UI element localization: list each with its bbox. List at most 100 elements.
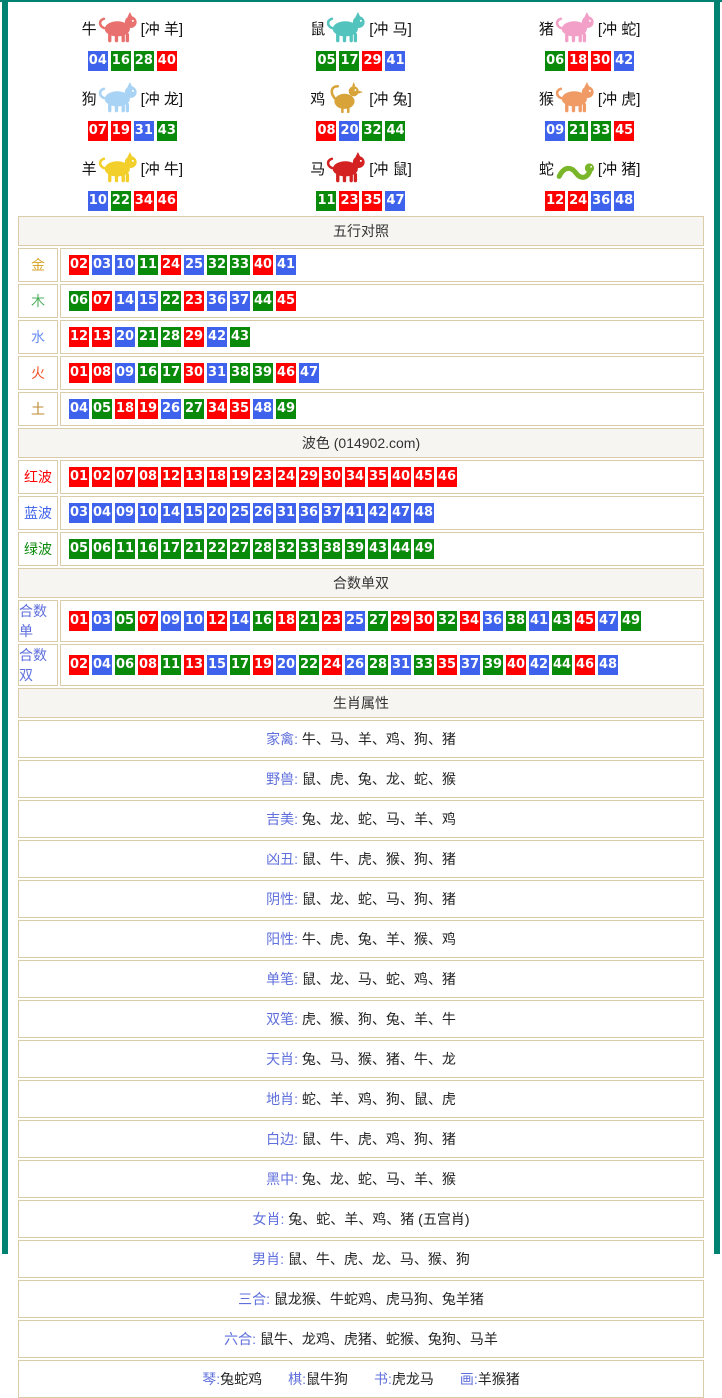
zodiac-clash: [冲 鼠] (369, 158, 412, 179)
number-ball-19: 19 (111, 121, 131, 141)
number-ball-42: 42 (368, 503, 388, 523)
attribute-label: 地肖: (266, 1091, 298, 1107)
wuxing-row-numbers: 06071415222336374445 (60, 284, 704, 318)
zodiac-clash: [冲 蛇] (598, 18, 641, 39)
section-header-wuxing: 五行对照 (18, 216, 704, 246)
section-attributes: 生肖属性 家禽: 牛、马、羊、鸡、狗、猪野兽: 鼠、虎、兔、龙、蛇、猴吉美: 兔… (18, 688, 704, 1398)
number-ball-47: 47 (299, 363, 319, 383)
number-ball-24: 24 (322, 655, 342, 675)
number-ball-04: 04 (69, 399, 89, 419)
attribute-value: 鼠牛、龙鸡、虎猪、蛇猴、兔狗、马羊 (256, 1331, 498, 1347)
number-ball-41: 41 (385, 51, 405, 71)
number-ball-23: 23 (253, 467, 273, 487)
number-ball-48: 48 (253, 399, 273, 419)
heshu-row-numbers: 0204060811131517192022242628313335373940… (60, 644, 704, 686)
number-ball-08: 08 (138, 467, 158, 487)
number-ball-46: 46 (437, 467, 457, 487)
number-ball-24: 24 (568, 191, 588, 211)
number-ball-13: 13 (92, 327, 112, 347)
number-ball-42: 42 (614, 51, 634, 71)
number-ball-07: 07 (92, 291, 112, 311)
attribute-row: 女肖: 兔、蛇、羊、鸡、猪 (五宫肖) (18, 1200, 704, 1238)
zodiac-name: 鸡 (310, 88, 325, 109)
number-ball-06: 06 (115, 655, 135, 675)
number-ball-03: 03 (92, 611, 112, 631)
number-ball-43: 43 (230, 327, 250, 347)
zodiac-cell: 猪[冲 蛇]06183042 (475, 6, 704, 76)
ox-icon (98, 10, 140, 46)
zodiac-numbers: 05172941 (247, 51, 476, 71)
wuxing-row-label: 金 (18, 248, 58, 282)
number-ball-41: 41 (529, 611, 549, 631)
number-ball-38: 38 (322, 539, 342, 559)
attribute-value: 牛、马、羊、鸡、狗、猪 (298, 731, 456, 747)
zodiac-name: 羊 (82, 158, 97, 179)
number-ball-18: 18 (568, 51, 588, 71)
number-ball-23: 23 (339, 191, 359, 211)
zodiac-clash: [冲 虎] (598, 88, 641, 109)
attribute-label: 黑中: (266, 1171, 298, 1187)
art-segment: 棋:鼠牛狗 (288, 1371, 348, 1387)
number-ball-45: 45 (414, 467, 434, 487)
art-label: 书: (374, 1371, 392, 1387)
number-ball-06: 06 (545, 51, 565, 71)
art-label: 琴: (202, 1371, 220, 1387)
art-segment: 画:羊猴猪 (460, 1371, 520, 1387)
rat-icon (326, 10, 368, 46)
number-ball-38: 38 (230, 363, 250, 383)
attribute-label: 六合: (224, 1331, 256, 1347)
bose-row: 蓝波03040910141520252631363741424748 (18, 496, 704, 530)
zodiac-title: 蛇[冲 猪] (475, 148, 704, 188)
number-ball-40: 40 (391, 467, 411, 487)
attribute-value: 鼠、牛、虎、鸡、狗、猪 (298, 1131, 456, 1147)
zodiac-title: 牛[冲 羊] (18, 8, 247, 48)
attribute-value: 鼠、虎、兔、龙、蛇、猴 (298, 771, 456, 787)
number-ball-06: 06 (92, 539, 112, 559)
zodiac-title: 鸡[冲 兔] (247, 78, 476, 118)
number-ball-16: 16 (111, 51, 131, 71)
zodiac-cell: 牛[冲 羊]04162840 (18, 6, 247, 76)
number-ball-39: 39 (483, 655, 503, 675)
number-ball-35: 35 (362, 191, 382, 211)
number-ball-44: 44 (253, 291, 273, 311)
wuxing-row-label: 木 (18, 284, 58, 318)
zodiac-cell: 马 [冲 鼠] 11233547 (247, 146, 476, 216)
number-ball-09: 09 (115, 363, 135, 383)
number-ball-35: 35 (230, 399, 250, 419)
heshu-row-numbers: 0103050709101214161821232527293032343638… (60, 600, 704, 642)
number-ball-02: 02 (92, 467, 112, 487)
zodiac-clash: [冲 牛] (141, 158, 184, 179)
number-ball-49: 49 (621, 611, 641, 631)
number-ball-20: 20 (276, 655, 296, 675)
number-ball-25: 25 (184, 255, 204, 275)
wuxing-row: 土04051819262734354849 (18, 392, 704, 426)
number-ball-24: 24 (161, 255, 181, 275)
attribute-value: 鼠、牛、虎、猴、狗、猪 (298, 851, 456, 867)
zodiac-numbers: 07193143 (18, 121, 247, 141)
art-value: 兔蛇鸡 (220, 1371, 262, 1387)
number-ball-09: 09 (115, 503, 135, 523)
number-ball-21: 21 (138, 327, 158, 347)
number-ball-25: 25 (345, 611, 365, 631)
zodiac-numbers: 11233547 (247, 191, 476, 211)
number-ball-12: 12 (161, 467, 181, 487)
number-ball-27: 27 (184, 399, 204, 419)
rooster-icon (326, 80, 368, 116)
number-ball-10: 10 (88, 191, 108, 211)
zodiac-name: 鼠 (310, 18, 325, 39)
number-ball-40: 40 (506, 655, 526, 675)
attribute-row: 野兽: 鼠、虎、兔、龙、蛇、猴 (18, 760, 704, 798)
wuxing-row-label: 土 (18, 392, 58, 426)
wuxing-row: 水1213202128294243 (18, 320, 704, 354)
bose-row-label: 绿波 (18, 532, 58, 566)
monkey-icon (555, 80, 597, 116)
zodiac-title: 羊 [冲 牛] (18, 148, 247, 188)
number-ball-30: 30 (322, 467, 342, 487)
zodiac-name: 马 (310, 158, 325, 179)
number-ball-44: 44 (385, 121, 405, 141)
zodiac-title: 鼠[冲 马] (247, 8, 476, 48)
number-ball-49: 49 (276, 399, 296, 419)
number-ball-30: 30 (591, 51, 611, 71)
attribute-label: 双笔: (266, 1011, 298, 1027)
attribute-value: 蛇、羊、鸡、狗、鼠、虎 (298, 1091, 456, 1107)
